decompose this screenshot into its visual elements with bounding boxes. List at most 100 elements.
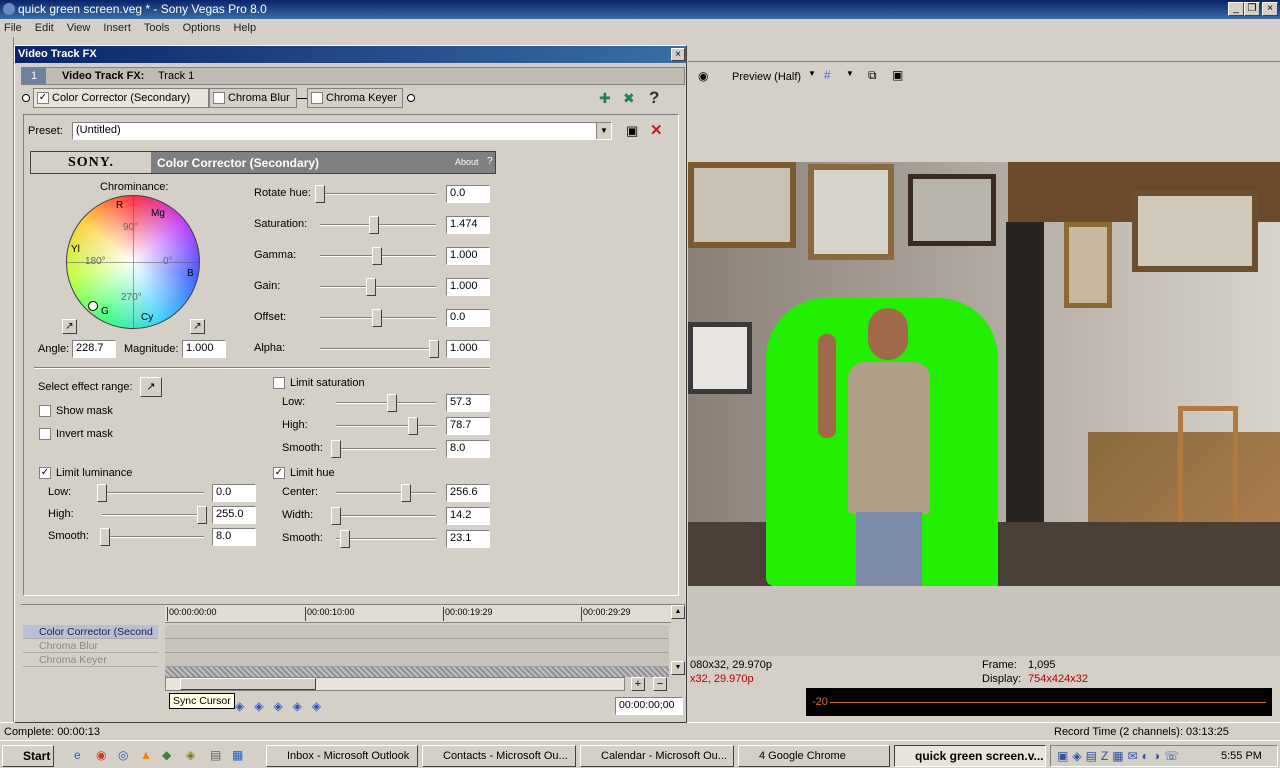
preset-dropdown[interactable]: (Untitled) ▼	[72, 122, 612, 140]
vlc-icon[interactable]: ▲	[140, 748, 152, 762]
timeline-row-color-corrector[interactable]: Color Corrector (Second	[23, 625, 158, 639]
close-button[interactable]: ×	[1262, 2, 1278, 16]
slider-thumb[interactable]	[408, 417, 418, 435]
fx-tab-chroma-blur[interactable]: Chroma Blur	[209, 88, 297, 108]
grid-icon[interactable]: #	[824, 68, 831, 82]
angle-input[interactable]: 228.7	[72, 340, 116, 358]
horizontal-scrollbar[interactable]	[165, 677, 625, 691]
task-vegas[interactable]: quick green screen.v...	[894, 745, 1046, 767]
tray-icons[interactable]: ▣◈▤Z▦✉◐◑☏	[1057, 749, 1183, 763]
remove-plugin-icon[interactable]: ✖	[623, 90, 635, 107]
about-help[interactable]: ?	[487, 156, 493, 167]
effect-range-eyedropper-icon[interactable]: ↗	[140, 377, 162, 397]
slider-value-input[interactable]: 1.000	[446, 340, 490, 358]
slider-value-input[interactable]: 78.7	[446, 417, 490, 435]
slider-thumb[interactable]	[331, 440, 341, 458]
timeline-time-display[interactable]: 00:00:00;00	[615, 697, 683, 715]
slider-thumb[interactable]	[100, 528, 110, 546]
app-icon[interactable]: ◈	[186, 748, 195, 762]
slider-thumb[interactable]	[97, 484, 107, 502]
wheel-handle[interactable]	[88, 301, 98, 311]
slider-thumb[interactable]	[369, 216, 379, 234]
menu-tools[interactable]: Tools	[144, 19, 170, 37]
slider-track[interactable]	[336, 515, 436, 517]
start-button[interactable]: Start	[2, 745, 54, 767]
task-chrome[interactable]: 4 Google Chrome	[738, 745, 890, 767]
slider-thumb[interactable]	[197, 506, 207, 524]
menu-edit[interactable]: Edit	[35, 19, 54, 37]
slider-value-input[interactable]: 8.0	[446, 440, 490, 458]
delete-preset-icon[interactable]: ✕	[650, 121, 663, 139]
slider-thumb[interactable]	[401, 484, 411, 502]
app-icon[interactable]: ◆	[162, 748, 171, 762]
minimize-button[interactable]: _	[1228, 2, 1244, 16]
slider-track[interactable]	[336, 402, 436, 404]
eyedropper-left-icon[interactable]: ↗	[62, 319, 77, 334]
preview-options-icon[interactable]: ◉	[698, 69, 708, 83]
task-contacts[interactable]: Contacts - Microsoft Ou...	[422, 745, 576, 767]
slider-thumb[interactable]	[340, 530, 350, 548]
slider-value-input[interactable]: 57.3	[446, 394, 490, 412]
fx-tab-color-corrector[interactable]: ✓ Color Corrector (Secondary)	[33, 88, 209, 108]
fx-enable-checkbox[interactable]: ✓	[37, 92, 49, 104]
dialog-close-button[interactable]: ×	[671, 48, 685, 61]
timeline-row-chroma-blur[interactable]: Chroma Blur	[23, 639, 158, 653]
slider-track[interactable]	[336, 448, 436, 450]
invert-mask-checkbox[interactable]	[39, 428, 51, 440]
keyframe-nav-icons[interactable]: ◈◈◈◈◈	[235, 699, 331, 713]
slider-track[interactable]	[336, 492, 436, 494]
chrome-icon[interactable]: ◉	[96, 748, 106, 762]
slider-track[interactable]	[320, 193, 436, 195]
slider-value-input[interactable]: 23.1	[446, 530, 490, 548]
menu-view[interactable]: View	[67, 19, 91, 37]
slider-track[interactable]	[336, 538, 436, 540]
slider-value-input[interactable]: 0.0	[212, 484, 256, 502]
timeline-row-chroma-keyer[interactable]: Chroma Keyer	[23, 653, 158, 667]
ie-icon[interactable]: e	[74, 748, 81, 762]
save-snapshot-icon[interactable]: ▣	[892, 68, 903, 82]
limit-hue-checkbox[interactable]: ✓	[273, 467, 285, 479]
slider-thumb[interactable]	[366, 278, 376, 296]
slider-thumb[interactable]	[315, 185, 325, 203]
about-link[interactable]: About	[455, 157, 479, 167]
help-icon[interactable]: ?	[649, 88, 659, 108]
slider-value-input[interactable]: 14.2	[446, 507, 490, 525]
slider-value-input[interactable]: 1.000	[446, 278, 490, 296]
menu-file[interactable]: File	[4, 19, 22, 37]
fx-tab-chroma-keyer[interactable]: Chroma Keyer	[307, 88, 403, 108]
timeline-scroll-down[interactable]: ▼	[671, 661, 685, 675]
slider-track[interactable]	[102, 492, 204, 494]
menu-insert[interactable]: Insert	[103, 19, 131, 37]
slider-thumb[interactable]	[372, 247, 382, 265]
slider-value-input[interactable]: 256.6	[446, 484, 490, 502]
restore-button[interactable]: ❐	[1244, 2, 1260, 16]
slider-track[interactable]	[102, 514, 204, 516]
fx-enable-checkbox[interactable]	[213, 92, 225, 104]
task-calendar[interactable]: Calendar - Microsoft Ou...	[580, 745, 734, 767]
menu-help[interactable]: Help	[233, 19, 256, 37]
save-preset-icon[interactable]: ▣	[626, 123, 638, 139]
menu-options[interactable]: Options	[183, 19, 221, 37]
show-mask-checkbox[interactable]	[39, 405, 51, 417]
slider-value-input[interactable]: 0.0	[446, 185, 490, 203]
timeline-scroll-up[interactable]: ▲	[671, 605, 685, 619]
copy-snapshot-icon[interactable]: ⧉	[868, 68, 877, 83]
slider-value-input[interactable]: 1.474	[446, 216, 490, 234]
chevron-down-icon[interactable]: ▼	[596, 123, 611, 139]
plugin-chain-icon[interactable]: ✚	[599, 90, 611, 107]
fx-enable-checkbox[interactable]	[311, 92, 323, 104]
limit-luminance-checkbox[interactable]: ✓	[39, 467, 51, 479]
slider-thumb[interactable]	[331, 507, 341, 525]
eyedropper-right-icon[interactable]: ↗	[190, 319, 205, 334]
slider-thumb[interactable]	[429, 340, 439, 358]
app-icon[interactable]: ▤	[210, 748, 221, 762]
media-icon[interactable]: ◎	[118, 748, 128, 762]
magnitude-input[interactable]: 1.000	[182, 340, 226, 358]
slider-track[interactable]	[320, 348, 436, 350]
slider-value-input[interactable]: 1.000	[446, 247, 490, 265]
slider-track[interactable]	[102, 536, 204, 538]
slider-value-input[interactable]: 8.0	[212, 528, 256, 546]
zoom-in-button[interactable]: +	[631, 677, 645, 691]
slider-value-input[interactable]: 0.0	[446, 309, 490, 327]
scroll-thumb[interactable]	[180, 678, 316, 690]
